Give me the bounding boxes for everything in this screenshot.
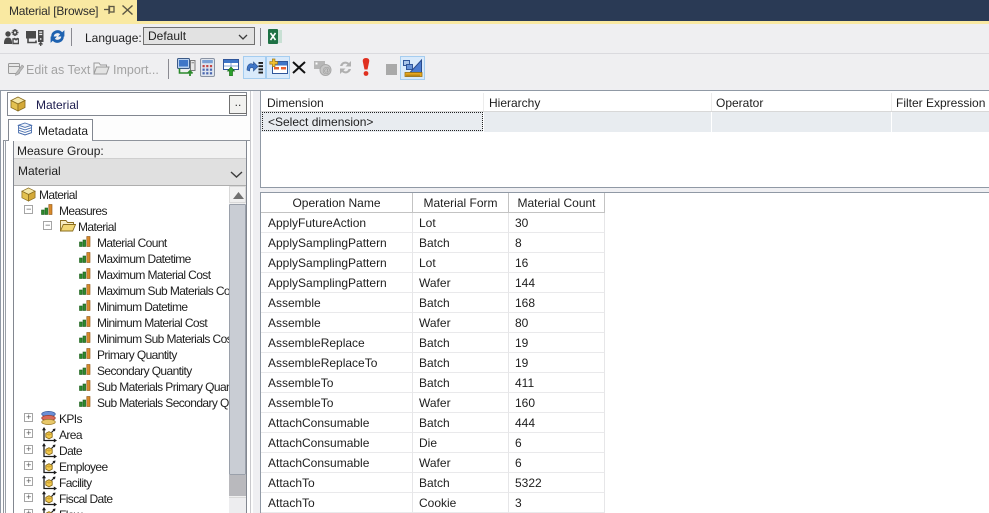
svg-text:@: @	[322, 66, 330, 75]
